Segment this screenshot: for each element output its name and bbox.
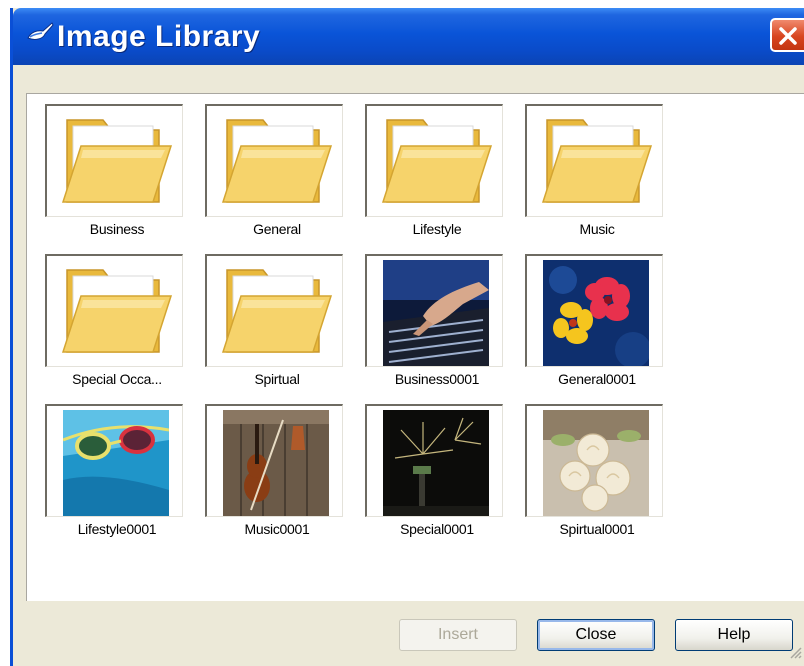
button-bar: Insert Close Help bbox=[13, 601, 804, 666]
toolbar-strip bbox=[13, 65, 804, 93]
folder-icon bbox=[541, 119, 653, 203]
item-label: Special Occa... bbox=[72, 371, 162, 387]
paintbrush-icon bbox=[25, 20, 55, 46]
folder-spirtual[interactable]: Spirtual bbox=[197, 254, 357, 404]
item-label: Spirtual0001 bbox=[559, 521, 635, 537]
help-button[interactable]: Help bbox=[675, 619, 793, 651]
item-label: Lifestyle bbox=[412, 221, 462, 237]
folder-icon bbox=[381, 119, 493, 203]
image-general0001[interactable]: General0001 bbox=[517, 254, 677, 404]
goggles-photo bbox=[63, 410, 169, 516]
folder-icon bbox=[61, 119, 173, 203]
folder-icon bbox=[61, 269, 173, 353]
image-thumbnail bbox=[525, 404, 663, 517]
image-spirtual0001[interactable]: Spirtual0001 bbox=[517, 404, 677, 554]
item-label: General bbox=[253, 221, 301, 237]
item-label: Business0001 bbox=[394, 371, 480, 387]
image-thumbnail bbox=[525, 254, 663, 367]
folder-business[interactable]: Business bbox=[37, 104, 197, 254]
title-bar[interactable]: Image Library bbox=[13, 8, 804, 65]
window-title: Image Library bbox=[57, 20, 261, 53]
item-label: Music bbox=[579, 221, 615, 237]
folder-thumbnail bbox=[365, 104, 503, 217]
folder-music[interactable]: Music bbox=[517, 104, 677, 254]
item-label: Music0001 bbox=[244, 521, 310, 537]
keyboard-photo bbox=[383, 260, 489, 366]
folder-lifestyle[interactable]: Lifestyle bbox=[357, 104, 517, 254]
violin-photo bbox=[223, 410, 329, 516]
insert-button[interactable]: Insert bbox=[399, 619, 517, 651]
folder-general[interactable]: General bbox=[197, 104, 357, 254]
image-business0001[interactable]: Business0001 bbox=[357, 254, 517, 404]
image-library-panel: Business General Lifestyle Music Special… bbox=[26, 93, 804, 601]
item-label: General0001 bbox=[558, 371, 636, 387]
image-music0001[interactable]: Music0001 bbox=[197, 404, 357, 554]
image-thumbnail bbox=[205, 404, 343, 517]
folder-icon bbox=[221, 269, 333, 353]
resize-grip-icon[interactable] bbox=[788, 645, 802, 664]
window-close-button[interactable] bbox=[770, 18, 804, 52]
roses-photo bbox=[543, 410, 649, 516]
close-button[interactable]: Close bbox=[537, 619, 655, 651]
folder-thumbnail bbox=[45, 104, 183, 217]
image-thumbnail bbox=[365, 404, 503, 517]
folder-thumbnail bbox=[205, 254, 343, 367]
image-special0001[interactable]: Special0001 bbox=[357, 404, 517, 554]
flowers-photo bbox=[543, 260, 649, 366]
image-thumbnail bbox=[365, 254, 503, 367]
item-label: Spirtual bbox=[254, 371, 300, 387]
folder-thumbnail bbox=[205, 104, 343, 217]
item-label: Special0001 bbox=[400, 521, 474, 537]
folder-icon bbox=[221, 119, 333, 203]
folder-thumbnail bbox=[525, 104, 663, 217]
fireworks-photo bbox=[383, 410, 489, 516]
image-lifestyle0001[interactable]: Lifestyle0001 bbox=[37, 404, 197, 554]
item-label: Business bbox=[89, 221, 145, 237]
image-library-dialog: Image Library Business General Lifestyle… bbox=[10, 8, 804, 666]
folder-thumbnail bbox=[45, 254, 183, 367]
image-thumbnail bbox=[45, 404, 183, 517]
thumbnail-grid: Business General Lifestyle Music Special… bbox=[37, 104, 677, 554]
folder-special-occasions[interactable]: Special Occa... bbox=[37, 254, 197, 404]
item-label: Lifestyle0001 bbox=[77, 521, 157, 537]
